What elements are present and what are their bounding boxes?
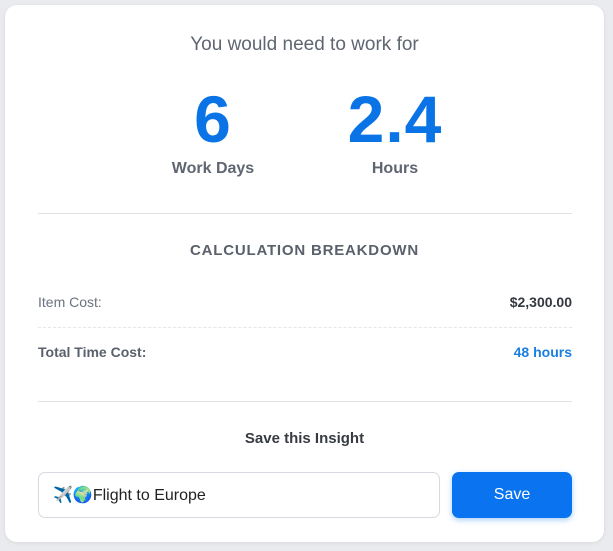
- save-insight-title: Save this Insight: [244, 430, 365, 447]
- row-separator: [38, 327, 572, 328]
- item-cost-value: $2,300.00: [509, 294, 572, 310]
- work-days-label: Work Days: [171, 160, 255, 177]
- item-cost-label: Item Cost:: [38, 294, 102, 310]
- total-time-cost-value: 48 hours: [513, 344, 572, 360]
- hours-stat: 2.4 Hours: [315, 83, 475, 178]
- hours-label: Hours: [371, 160, 419, 177]
- divider: [38, 401, 572, 402]
- total-time-cost-row: Total Time Cost: 48 hours: [38, 338, 572, 366]
- result-card: You would need to work for 6 Work Days 2…: [5, 5, 604, 542]
- breakdown-title: CALCULATION BREAKDOWN: [190, 242, 419, 259]
- hours-value: 2.4: [347, 82, 443, 156]
- item-cost-row: Item Cost: $2,300.00: [38, 288, 572, 316]
- divider: [38, 213, 572, 214]
- work-days-value: 6: [194, 82, 232, 156]
- insight-name-input[interactable]: [38, 472, 440, 518]
- save-button[interactable]: Save: [452, 472, 572, 518]
- work-days-stat: 6 Work Days: [133, 83, 293, 178]
- total-time-cost-label: Total Time Cost:: [38, 344, 147, 360]
- intro-text: You would need to work for: [190, 34, 419, 55]
